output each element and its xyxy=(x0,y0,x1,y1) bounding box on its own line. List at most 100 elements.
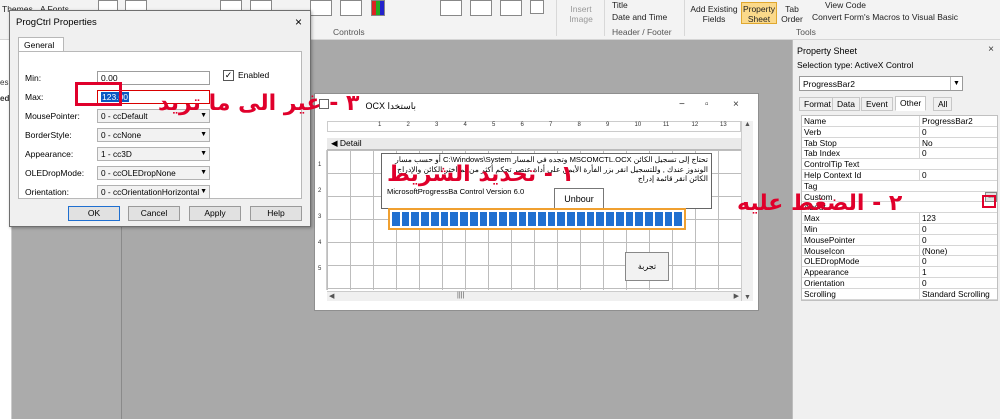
property-row[interactable]: Orientation 0 xyxy=(802,277,999,289)
tab-data[interactable]: Data xyxy=(832,97,860,111)
more-controls-icon[interactable] xyxy=(530,0,544,14)
property-value[interactable]: Standard Scrolling xyxy=(919,288,999,299)
help-button[interactable]: Help xyxy=(250,206,302,221)
property-value[interactable]: 0 xyxy=(919,256,999,267)
property-value[interactable]: 0 xyxy=(919,277,999,288)
borderstyle-select[interactable]: 0 - ccNone ▼ xyxy=(97,128,210,142)
annotation-step3: ٣ - غير الى ما تريد xyxy=(158,91,360,116)
insert-image-button[interactable]: Insert Image xyxy=(566,4,596,24)
cancel-button[interactable]: Cancel xyxy=(128,206,180,221)
horizontal-scrollbar[interactable]: ◀ |||| ▶ xyxy=(327,291,741,301)
progctrl-properties-dialog[interactable]: ProgCtrl Properties × General Min: 0.00 … xyxy=(9,10,311,227)
scroll-thumb[interactable]: |||| xyxy=(457,292,464,299)
property-row[interactable]: MouseIcon (None) xyxy=(802,245,999,257)
object-selector[interactable]: ProgressBar2 ▼ xyxy=(799,76,963,91)
progress-bar-control[interactable] xyxy=(388,208,686,230)
property-value[interactable]: 0 xyxy=(919,223,999,234)
date-time-button[interactable]: Date and Time xyxy=(612,12,667,22)
dialog-close-button[interactable]: × xyxy=(295,15,302,29)
property-value[interactable]: 0 xyxy=(919,148,999,159)
unbound-control[interactable]: Unbour xyxy=(554,188,604,210)
property-row[interactable]: Tab Index 0 xyxy=(802,148,999,160)
tab-general[interactable]: General xyxy=(18,37,64,52)
property-row[interactable]: Help Context Id 0 xyxy=(802,169,999,181)
nav-item[interactable]: es xyxy=(0,78,8,87)
tab-event[interactable]: Event xyxy=(861,97,893,111)
tab-other[interactable]: Other xyxy=(895,96,927,111)
nav-item[interactable]: ed xyxy=(0,94,9,103)
property-row[interactable]: OLEDropMode 0 xyxy=(802,256,999,268)
close-icon[interactable]: × xyxy=(733,99,739,110)
chart-tool-icon[interactable] xyxy=(340,0,362,16)
property-row[interactable]: ControlTip Text xyxy=(802,159,997,170)
tab-all[interactable]: All xyxy=(933,97,953,111)
rectangle-tool-icon[interactable] xyxy=(440,0,462,16)
title-button[interactable]: Title xyxy=(612,0,628,10)
property-name: Tab Index xyxy=(804,148,840,159)
ruler-mark: 3 xyxy=(318,214,322,220)
property-row[interactable]: Tab Stop No xyxy=(802,137,999,149)
property-value[interactable]: 0 xyxy=(919,126,999,137)
scroll-left-icon[interactable]: ◀ xyxy=(329,292,334,300)
apply-button[interactable]: Apply xyxy=(189,206,241,221)
progress-block xyxy=(479,212,488,226)
dialog-title: ProgCtrl Properties xyxy=(16,17,97,28)
property-name: Orientation xyxy=(804,277,845,288)
progress-block xyxy=(489,212,498,226)
scroll-right-icon[interactable]: ▶ xyxy=(734,292,739,300)
chevron-down-icon[interactable]: ▼ xyxy=(950,77,962,90)
progress-block xyxy=(567,212,575,226)
chevron-down-icon: ▼ xyxy=(200,150,207,157)
orientation-select[interactable]: 0 - ccOrientationHorizontal ▼ xyxy=(97,185,210,199)
enabled-checkbox[interactable]: ✓ xyxy=(223,70,234,81)
toggle-tool-icon[interactable] xyxy=(470,0,492,16)
progress-block xyxy=(440,212,449,226)
property-row[interactable]: Name ProgressBar2 xyxy=(802,116,997,127)
restore-icon[interactable]: ▫ xyxy=(705,99,709,110)
ruler-mark: 2 xyxy=(318,188,322,194)
detail-label: Detail xyxy=(339,138,362,148)
detail-section-bar[interactable]: ◀ Detail xyxy=(327,138,741,150)
group-header-footer-label: Header / Footer xyxy=(612,27,672,37)
annotation-step2: ٢ - الضغط عليه xyxy=(737,191,903,216)
property-row[interactable]: Appearance 1 xyxy=(802,267,997,278)
property-row[interactable]: Verb 0 xyxy=(802,126,999,138)
chart-icon[interactable] xyxy=(371,0,385,16)
oledropmode-select[interactable]: 0 - ccOLEDropNone ▼ xyxy=(97,166,210,180)
property-value[interactable]: 123 xyxy=(919,213,999,224)
tab-order-button[interactable]: Tab Order xyxy=(779,4,805,24)
progress-block xyxy=(460,212,468,226)
horizontal-ruler: 1 2 3 4 5 6 7 8 9 10 11 12 13 xyxy=(327,121,741,132)
property-name: Tab Stop xyxy=(804,137,837,148)
scroll-down-icon[interactable]: ▼ xyxy=(744,294,751,301)
test-button[interactable]: تجربة xyxy=(625,252,669,281)
ok-button[interactable]: OK xyxy=(68,206,120,221)
scroll-up-icon[interactable]: ▲ xyxy=(744,121,751,128)
property-row[interactable]: MousePointer 0 xyxy=(802,234,999,246)
minimize-icon[interactable]: − xyxy=(679,99,685,110)
close-icon[interactable]: × xyxy=(988,44,994,55)
appearance-select[interactable]: 1 - cc3D ▼ xyxy=(97,147,210,161)
ruler-mark: 5 xyxy=(318,266,322,272)
add-existing-fields-button[interactable]: Add Existing Fields xyxy=(688,4,740,24)
property-value[interactable]: No xyxy=(919,137,999,148)
checkbox-tool-icon[interactable] xyxy=(500,0,522,16)
view-code-button[interactable]: View Code xyxy=(825,0,866,10)
property-row[interactable]: Min 0 xyxy=(802,223,999,235)
tab-format[interactable]: Format xyxy=(799,97,836,111)
convert-macros-button[interactable]: Convert Form's Macros to Visual Basic xyxy=(812,12,958,22)
property-row[interactable]: Tag xyxy=(802,181,997,192)
form-titlebar[interactable]: باستخدا OCX − ▫ × xyxy=(315,94,758,118)
property-value[interactable]: 0 xyxy=(919,169,999,180)
property-value[interactable]: ProgressBar2 xyxy=(919,116,999,126)
property-value[interactable]: 1 xyxy=(919,267,999,278)
property-sheet-button[interactable]: Property Sheet xyxy=(741,2,777,24)
property-value[interactable]: (None) xyxy=(919,245,999,256)
progress-block xyxy=(576,212,585,226)
group-tools-label: Tools xyxy=(796,27,816,37)
property-row[interactable]: Scrolling Standard Scrolling xyxy=(802,288,999,300)
combo-tool-icon[interactable] xyxy=(310,0,332,16)
property-value[interactable]: 0 xyxy=(919,234,999,245)
ruler-mark: 7 xyxy=(549,122,553,128)
min-label: Min: xyxy=(25,73,42,83)
